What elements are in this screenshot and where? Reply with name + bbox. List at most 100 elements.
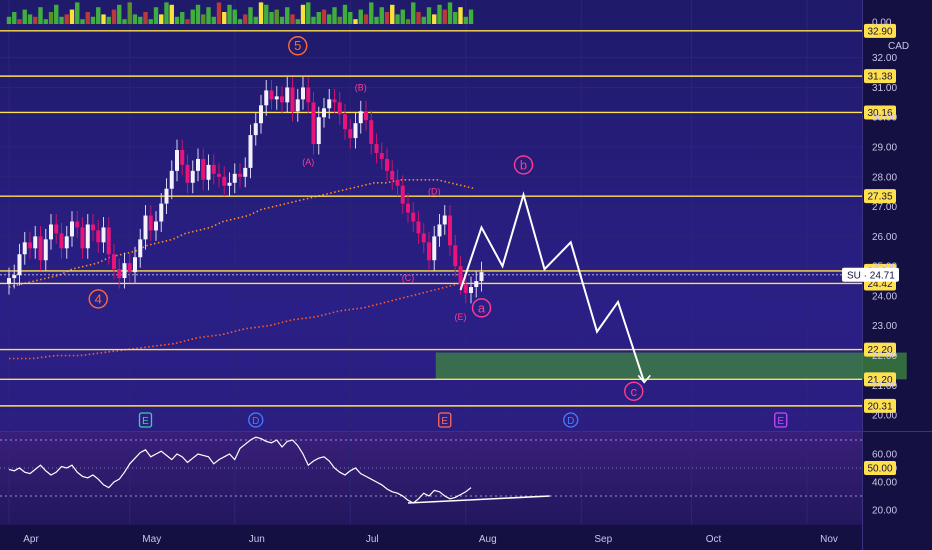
volume-bar [169, 4, 174, 25]
volume-bar [437, 4, 442, 25]
volume-bar [258, 2, 264, 25]
time-tick-label: Jul [366, 534, 379, 545]
candle-body [148, 215, 153, 231]
volume-bar [6, 16, 12, 24]
candle-body [70, 221, 74, 237]
candle-body [295, 99, 300, 112]
wave-label-text: a [478, 300, 486, 315]
candle-body [169, 170, 174, 189]
volume-bar [332, 7, 337, 24]
volume-bar [38, 7, 43, 24]
volume-bar [22, 9, 27, 24]
volume-bar [143, 12, 148, 24]
volume-bar [174, 16, 180, 24]
candle-body [59, 233, 64, 249]
volume-bar [232, 9, 237, 24]
volume-bar [348, 12, 353, 24]
price-chart[interactable]: 54bac(A)(B)(C)(D)(E) EDEDE 32.9031.3830.… [0, 0, 932, 550]
level-label: 31.38 [867, 72, 892, 83]
volume-bar [264, 4, 269, 25]
candle-body [301, 87, 305, 100]
candle-body [54, 224, 59, 234]
candle-body [385, 158, 389, 171]
volume-bar [311, 16, 316, 24]
volume-bar [405, 19, 411, 24]
candle-body [211, 164, 216, 174]
candle-body [411, 212, 416, 222]
candle-body [17, 254, 22, 276]
volume-bar [211, 16, 216, 24]
candle-body [364, 111, 368, 121]
candle-body [427, 242, 431, 261]
candle-body [222, 176, 227, 186]
volume-bar [69, 9, 75, 24]
candle-body [421, 233, 426, 243]
candle-body [358, 111, 363, 124]
candle-body [442, 215, 447, 225]
volume-bar [64, 14, 69, 24]
candle-body [332, 99, 337, 103]
time-tick-label: May [142, 534, 161, 545]
volume-bar [379, 7, 384, 24]
volume-bar [75, 2, 80, 25]
candle-body [311, 102, 316, 145]
candle-body [80, 227, 85, 249]
candle-body [28, 242, 32, 249]
volume-bar [59, 16, 64, 24]
volume-bar [148, 19, 153, 24]
event-marker-text: E [441, 416, 448, 427]
last-price-label: SU · 24.71 [847, 270, 895, 281]
volume-bar [216, 2, 222, 25]
candle-body [180, 150, 185, 165]
wave-label-text: (E) [455, 312, 467, 322]
volume-bar [453, 12, 458, 24]
volume-bar [432, 14, 437, 24]
currency-label: CAD [888, 41, 909, 52]
candle-body [33, 236, 38, 249]
candle-body [259, 105, 263, 124]
volume-bar [384, 12, 390, 24]
candle-body [248, 135, 253, 168]
candle-body [374, 144, 379, 153]
candle-body [117, 269, 122, 279]
candle-body [91, 224, 95, 231]
candle-body [217, 173, 221, 177]
volume-bar [190, 9, 195, 24]
candle-body [101, 227, 106, 243]
volume-bar [342, 4, 348, 25]
price-tick-label: 28.00 [872, 172, 897, 183]
time-tick-label: Nov [820, 534, 838, 545]
candle-body [369, 120, 374, 145]
time-tick-label: Oct [706, 534, 722, 545]
volume-bar [180, 12, 185, 24]
candle-body [190, 170, 195, 183]
candle-body [353, 123, 358, 139]
candle-body [238, 173, 242, 177]
candle-body [138, 239, 143, 258]
wave-label-text: (C) [402, 273, 415, 283]
volume-bar [222, 12, 227, 24]
event-marker-text: D [567, 416, 574, 427]
volume-bar [358, 9, 363, 24]
candle-body [343, 114, 347, 130]
candle-body [143, 215, 148, 240]
candle-body [106, 227, 111, 255]
candle-body [322, 108, 326, 118]
candle-body [327, 99, 332, 109]
candle-body [463, 284, 468, 293]
volume-bar [101, 14, 106, 24]
candle-body [469, 287, 473, 293]
wave-label-text: c [631, 384, 638, 399]
volume-bar [248, 7, 253, 24]
volume-bar [117, 4, 122, 25]
wave-label-text: 5 [294, 38, 301, 53]
volume-bar [243, 14, 248, 24]
volume-bar [374, 16, 379, 24]
volume-bar [458, 7, 463, 24]
volume-bar [316, 12, 321, 24]
time-tick-label: Apr [23, 534, 39, 545]
volume-bar [132, 14, 138, 24]
volume-bar [442, 9, 447, 24]
candle-body [458, 266, 463, 285]
volume-bar [306, 2, 311, 25]
